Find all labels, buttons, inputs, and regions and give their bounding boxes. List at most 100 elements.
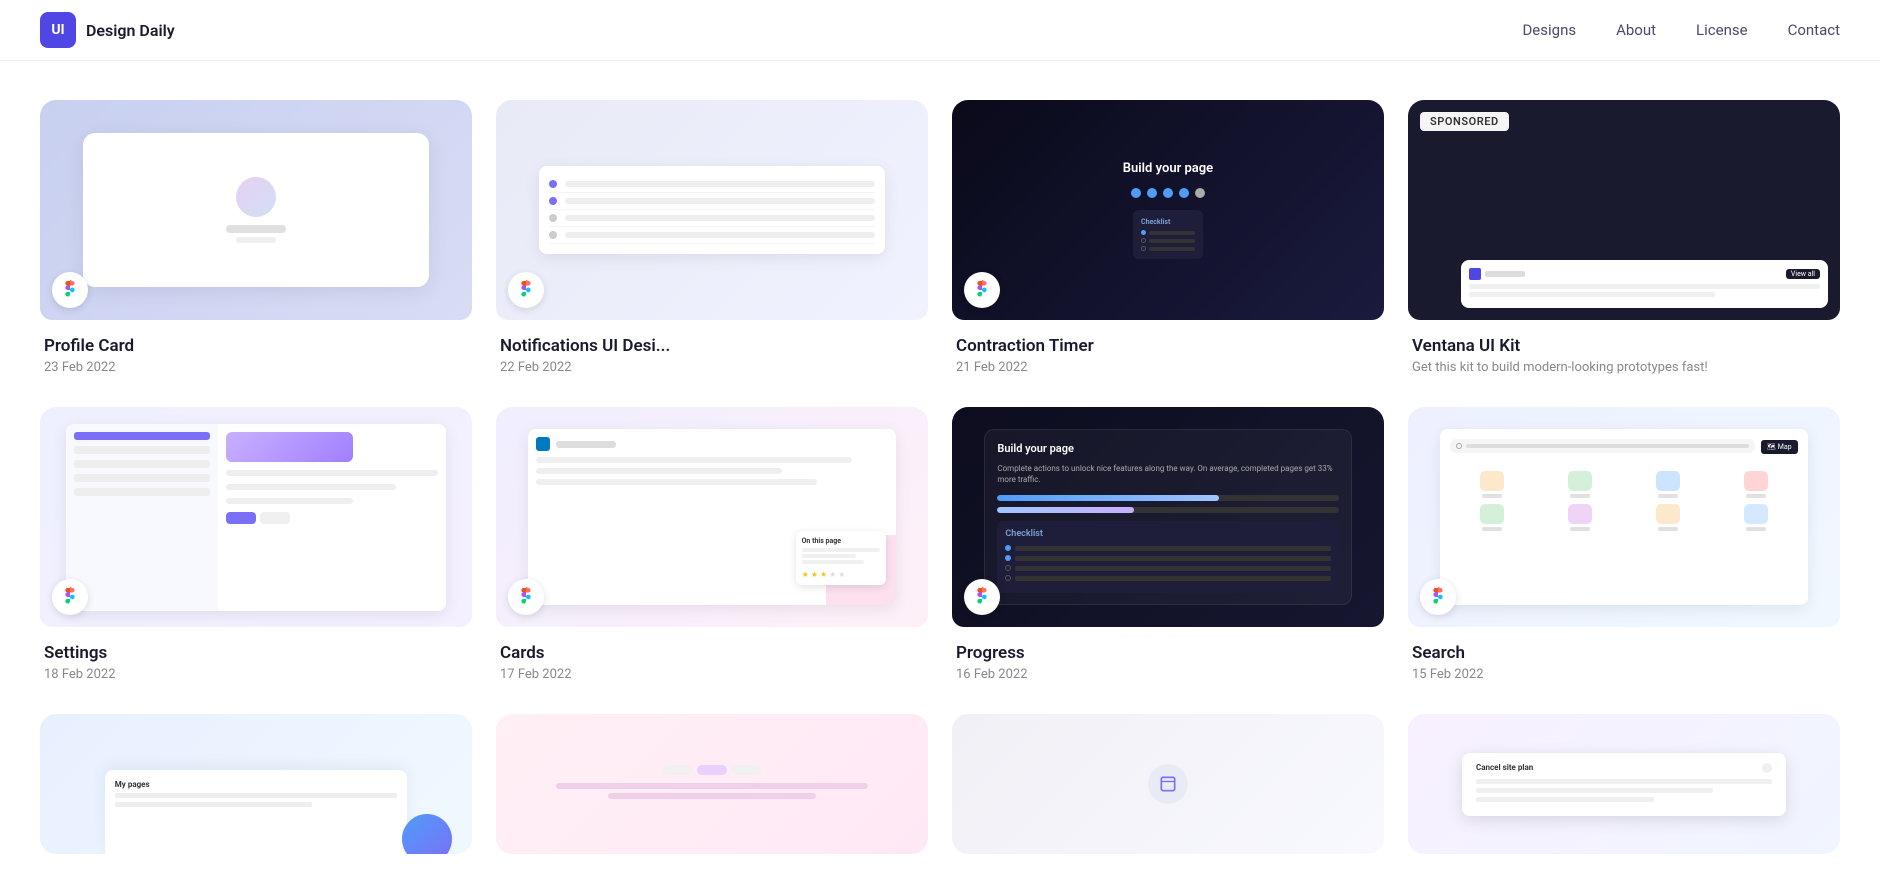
check-bar: [1149, 247, 1195, 251]
check-bar: [1015, 566, 1330, 571]
card-search[interactable]: 🗺 Map: [1408, 407, 1840, 690]
card-body-profile-card: Profile Card 23 Feb 2022: [40, 320, 472, 383]
card-date-search: 15 Feb 2022: [1412, 667, 1836, 682]
card-bottom-3[interactable]: [952, 714, 1384, 854]
search-grid-item-property: [1539, 471, 1621, 498]
search-grid2-item-1: [1450, 504, 1532, 531]
map-button: 🗺 Map: [1761, 440, 1797, 454]
progress-bar-fill: [997, 495, 1219, 501]
grid2-label-1: [1482, 527, 1502, 531]
logo-icon: UI: [40, 12, 76, 48]
search-grid-item-furniture: [1450, 471, 1532, 498]
card-settings[interactable]: Settings 18 Feb 2022: [40, 407, 472, 690]
card-body-contraction: Contraction Timer 21 Feb 2022: [952, 320, 1384, 383]
nav-license[interactable]: License: [1696, 21, 1748, 39]
settings-tab: [74, 488, 210, 496]
search-bar-icon: [1456, 443, 1462, 449]
notif-bar: [565, 181, 875, 187]
bottom3-icon: [1148, 764, 1188, 804]
card-image-contraction: Build your page Checklist: [952, 100, 1384, 320]
card-title-search: Search: [1412, 643, 1836, 663]
card-bottom-4[interactable]: Cancel site plan: [1408, 714, 1840, 854]
card-image-bottom-3: [952, 714, 1384, 854]
notif-bar: [565, 215, 875, 221]
card-image-bottom-2: [496, 714, 928, 854]
check-dot: [1005, 575, 1011, 581]
search-secondary-grid: [1450, 504, 1797, 531]
property-icon: [1568, 471, 1592, 491]
checklist-title: Checklist: [1005, 529, 1330, 539]
bottom3-svg: [1158, 774, 1178, 794]
notif-bar: [565, 198, 875, 204]
travel-icon: [1744, 471, 1768, 491]
nav-contact[interactable]: Contact: [1788, 21, 1840, 39]
trello-title-bar: [556, 441, 616, 448]
profile-avatar: [236, 177, 276, 217]
card-date-profile-card: 23 Feb 2022: [44, 360, 468, 375]
view-all-btn: View all: [1786, 269, 1820, 279]
bottom4-modal-header: Cancel site plan: [1476, 763, 1772, 773]
grid2-icon-3: [1656, 504, 1680, 524]
progress-bar-fill-2: [997, 507, 1133, 513]
contraction-panels: Checklist: [1133, 210, 1203, 259]
settings-right-panel: [218, 424, 446, 611]
card-cards[interactable]: On this page ★ ★ ★ ★ ★: [496, 407, 928, 690]
card-notifications[interactable]: Notifications UI Desi... 22 Feb 2022: [496, 100, 928, 383]
cards-preview: On this page ★ ★ ★ ★ ★: [528, 429, 895, 605]
settings-row: [226, 470, 438, 476]
furniture-label: [1482, 494, 1502, 498]
star: ★: [829, 570, 836, 579]
notif-dot: [549, 180, 557, 188]
check-dot: [1141, 230, 1146, 235]
notif-item: [549, 176, 875, 193]
property-label: [1570, 494, 1590, 498]
card-profile-card[interactable]: Profile Card 23 Feb 2022: [40, 100, 472, 383]
main-nav: Designs About License Contact: [1522, 21, 1840, 39]
sponsored-badge: SPONSORED: [1420, 112, 1509, 131]
pill: [731, 765, 761, 775]
modal-row: [1476, 797, 1654, 802]
notif-item: [549, 210, 875, 227]
bar: [1469, 292, 1715, 297]
figma-icon: [1429, 585, 1447, 609]
logo[interactable]: UI Design Daily: [40, 12, 175, 48]
card-date-settings: 18 Feb 2022: [44, 667, 468, 682]
bottom4-modal: Cancel site plan: [1462, 753, 1786, 816]
btn-2: [260, 512, 290, 524]
card-title-profile-card: Profile Card: [44, 336, 468, 356]
check-bar: [1015, 556, 1330, 561]
card-ventana[interactable]: SPONSORED View all Ventana UI Kit Get th: [1408, 100, 1840, 383]
ventana-brand: [1469, 268, 1525, 280]
check-row: [1141, 246, 1195, 251]
nav-designs[interactable]: Designs: [1522, 21, 1576, 39]
card-image-settings: [40, 407, 472, 627]
card-bottom-1[interactable]: My pages: [40, 714, 472, 854]
grid2-label-2: [1570, 527, 1590, 531]
star: ★: [811, 570, 818, 579]
card-contraction-timer[interactable]: Build your page Checklist: [952, 100, 1384, 383]
check-item: [1005, 555, 1330, 561]
card-title-contraction: Contraction Timer: [956, 336, 1380, 356]
settings-row: [226, 498, 353, 504]
art-label: [1658, 494, 1678, 498]
modal-row: [1476, 779, 1772, 784]
check-dot: [1005, 555, 1011, 561]
card-progress[interactable]: Build your page Complete actions to unlo…: [952, 407, 1384, 690]
settings-row: [226, 484, 396, 490]
card-image-ventana: SPONSORED View all: [1408, 100, 1840, 320]
search-preview: 🗺 Map: [1440, 429, 1807, 605]
check-dot: [1141, 238, 1146, 243]
star-row: ★ ★ ★ ★ ★: [802, 570, 880, 579]
nav-about[interactable]: About: [1616, 21, 1656, 39]
main-content: Profile Card 23 Feb 2022: [0, 0, 1880, 894]
dot: [1131, 188, 1141, 198]
card-date-notifications: 22 Feb 2022: [500, 360, 924, 375]
card-bottom-2[interactable]: [496, 714, 928, 854]
notif-dot: [549, 231, 557, 239]
card-grid-row3: My pages: [40, 714, 1840, 854]
otp-title: On this page: [802, 537, 880, 545]
check-row: [1141, 230, 1195, 235]
btn-1: [226, 512, 256, 524]
card-body-settings: Settings 18 Feb 2022: [40, 627, 472, 690]
notifications-preview: [539, 166, 885, 254]
